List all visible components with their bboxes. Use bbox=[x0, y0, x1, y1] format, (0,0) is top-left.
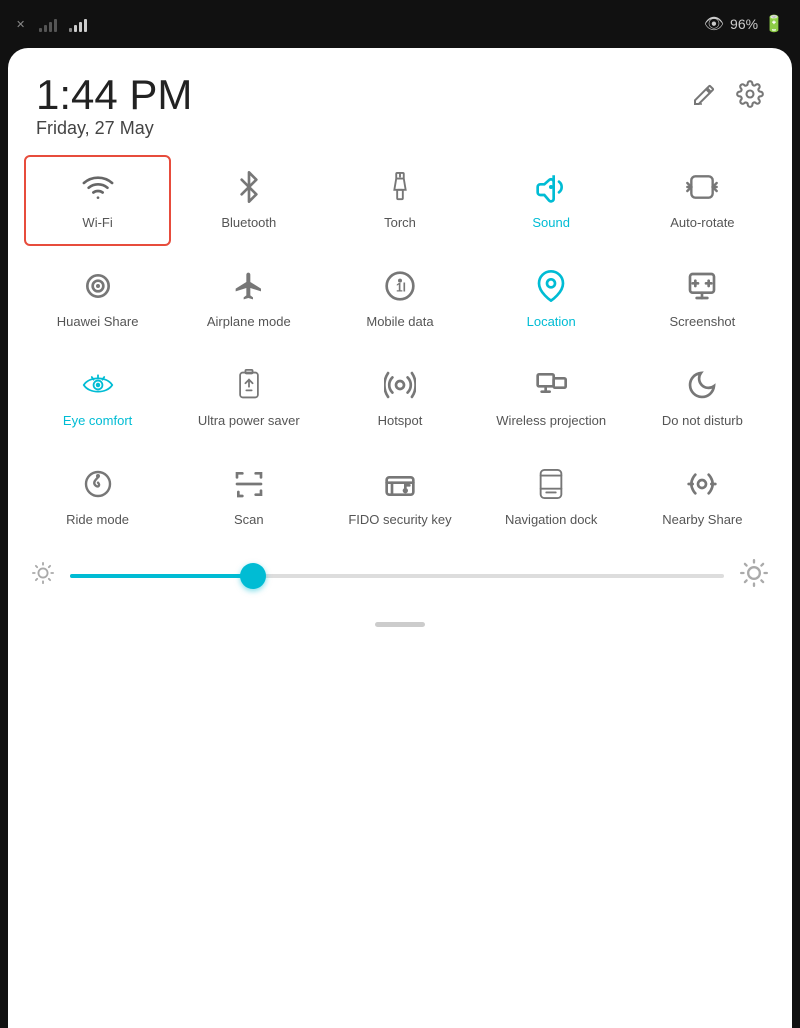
eye-comfort-icon bbox=[82, 367, 114, 403]
tile-screenshot[interactable]: Screenshot bbox=[629, 254, 776, 345]
svg-text:1l: 1l bbox=[396, 280, 406, 294]
signal-bars bbox=[69, 16, 87, 32]
do-not-disturb-label: Do not disturb bbox=[662, 413, 743, 430]
battery-icon: 🔋 bbox=[764, 14, 784, 34]
huawei-share-icon bbox=[82, 268, 114, 304]
huawei-share-label: Huawei Share bbox=[57, 314, 139, 331]
battery-percent: 96% bbox=[730, 16, 758, 32]
brightness-row bbox=[8, 543, 792, 610]
bluetooth-icon bbox=[233, 169, 265, 205]
tile-wifi[interactable]: Wi-Fi bbox=[24, 155, 171, 246]
brightness-thumb[interactable] bbox=[240, 563, 266, 589]
tiles-row-2: Huawei Share Airplane mode 1l bbox=[8, 254, 792, 345]
nav-dock-label: Navigation dock bbox=[505, 512, 598, 529]
wireless-projection-label: Wireless projection bbox=[496, 413, 606, 430]
autorotate-icon bbox=[686, 169, 718, 205]
eye-comfort-label: Eye comfort bbox=[63, 413, 132, 430]
bottom-handle[interactable] bbox=[8, 610, 792, 627]
tile-do-not-disturb[interactable]: Do not disturb bbox=[629, 353, 776, 444]
tile-location[interactable]: Location bbox=[478, 254, 625, 345]
scan-icon bbox=[233, 466, 265, 502]
settings-icon[interactable] bbox=[736, 80, 764, 115]
wifi-label: Wi-Fi bbox=[82, 215, 112, 232]
row-divider-3 bbox=[8, 444, 792, 452]
tile-torch[interactable]: Torch bbox=[326, 155, 473, 246]
status-bar-left: ✕ bbox=[16, 16, 87, 32]
mobile-data-label: Mobile data bbox=[366, 314, 433, 331]
tile-huawei-share[interactable]: Huawei Share bbox=[24, 254, 171, 345]
status-bar-right: 👁 96% 🔋 bbox=[704, 14, 784, 34]
screenshot-label: Screenshot bbox=[670, 314, 736, 331]
autorotate-label: Auto-rotate bbox=[670, 215, 734, 232]
edit-icon[interactable] bbox=[692, 83, 716, 113]
signal-no-service bbox=[39, 16, 57, 32]
wifi-icon bbox=[82, 169, 114, 205]
brightness-min-icon bbox=[32, 562, 54, 590]
brightness-fill bbox=[70, 574, 253, 578]
time-section: 1:44 PM Friday, 27 May bbox=[36, 72, 192, 139]
scan-label: Scan bbox=[234, 512, 264, 529]
sound-label: Sound bbox=[532, 215, 570, 232]
ride-mode-icon bbox=[82, 466, 114, 502]
eye-icon: 👁 bbox=[704, 14, 724, 34]
tile-scan[interactable]: Scan bbox=[175, 452, 322, 543]
tile-mobile-data[interactable]: 1l Mobile data bbox=[326, 254, 473, 345]
brightness-slider[interactable] bbox=[70, 574, 724, 578]
fido-icon bbox=[384, 466, 416, 502]
tile-nav-dock[interactable]: Navigation dock bbox=[478, 452, 625, 543]
ultra-power-label: Ultra power saver bbox=[198, 413, 300, 430]
tile-sound[interactable]: Sound bbox=[478, 155, 625, 246]
nearby-share-label: Nearby Share bbox=[662, 512, 742, 529]
do-not-disturb-icon bbox=[686, 367, 718, 403]
nav-dock-icon bbox=[535, 466, 567, 502]
brightness-max-icon bbox=[740, 559, 768, 594]
airplane-icon bbox=[233, 268, 265, 304]
time-display: 1:44 PM bbox=[36, 72, 192, 118]
tile-wireless-projection[interactable]: Wireless projection bbox=[478, 353, 625, 444]
tile-airplane[interactable]: Airplane mode bbox=[175, 254, 322, 345]
tiles-row-4: Ride mode Scan bbox=[8, 452, 792, 543]
tile-autorotate[interactable]: Auto-rotate bbox=[629, 155, 776, 246]
tile-bluetooth[interactable]: Bluetooth bbox=[175, 155, 322, 246]
tile-fido[interactable]: FIDO security key bbox=[326, 452, 473, 543]
torch-icon bbox=[384, 169, 416, 205]
swipe-handle bbox=[375, 622, 425, 627]
tiles-row-3: Eye comfort Ultra power saver bbox=[8, 353, 792, 444]
ultra-power-icon bbox=[233, 367, 265, 403]
quick-settings-panel: 1:44 PM Friday, 27 May bbox=[8, 48, 792, 1028]
date-display: Friday, 27 May bbox=[36, 118, 192, 139]
torch-label: Torch bbox=[384, 215, 416, 232]
airplane-label: Airplane mode bbox=[207, 314, 291, 331]
hotspot-icon bbox=[384, 367, 416, 403]
tile-eye-comfort[interactable]: Eye comfort bbox=[24, 353, 171, 444]
status-bar: ✕ 👁 96% 🔋 bbox=[0, 0, 800, 48]
header-icons bbox=[692, 72, 764, 115]
bluetooth-label: Bluetooth bbox=[221, 215, 276, 232]
location-label: Location bbox=[527, 314, 576, 331]
nearby-share-icon bbox=[686, 466, 718, 502]
wireless-projection-icon bbox=[535, 367, 567, 403]
ride-mode-label: Ride mode bbox=[66, 512, 129, 529]
tile-ride-mode[interactable]: Ride mode bbox=[24, 452, 171, 543]
hotspot-label: Hotspot bbox=[378, 413, 423, 430]
tiles-row-1: Wi-Fi Bluetooth bbox=[8, 155, 792, 246]
row-divider-2 bbox=[8, 345, 792, 353]
screenshot-icon bbox=[686, 268, 718, 304]
location-icon bbox=[535, 268, 567, 304]
tile-nearby-share[interactable]: Nearby Share bbox=[629, 452, 776, 543]
x-mark: ✕ bbox=[16, 18, 25, 31]
fido-label: FIDO security key bbox=[348, 512, 451, 529]
row-divider-1 bbox=[8, 246, 792, 254]
mobile-data-icon: 1l bbox=[384, 268, 416, 304]
phone-frame: ✕ 👁 96% 🔋 1:44 PM Friday, 27 May bbox=[0, 0, 800, 1028]
sound-icon bbox=[535, 169, 567, 205]
tile-hotspot[interactable]: Hotspot bbox=[326, 353, 473, 444]
tile-ultra-power[interactable]: Ultra power saver bbox=[175, 353, 322, 444]
panel-header: 1:44 PM Friday, 27 May bbox=[8, 48, 792, 155]
